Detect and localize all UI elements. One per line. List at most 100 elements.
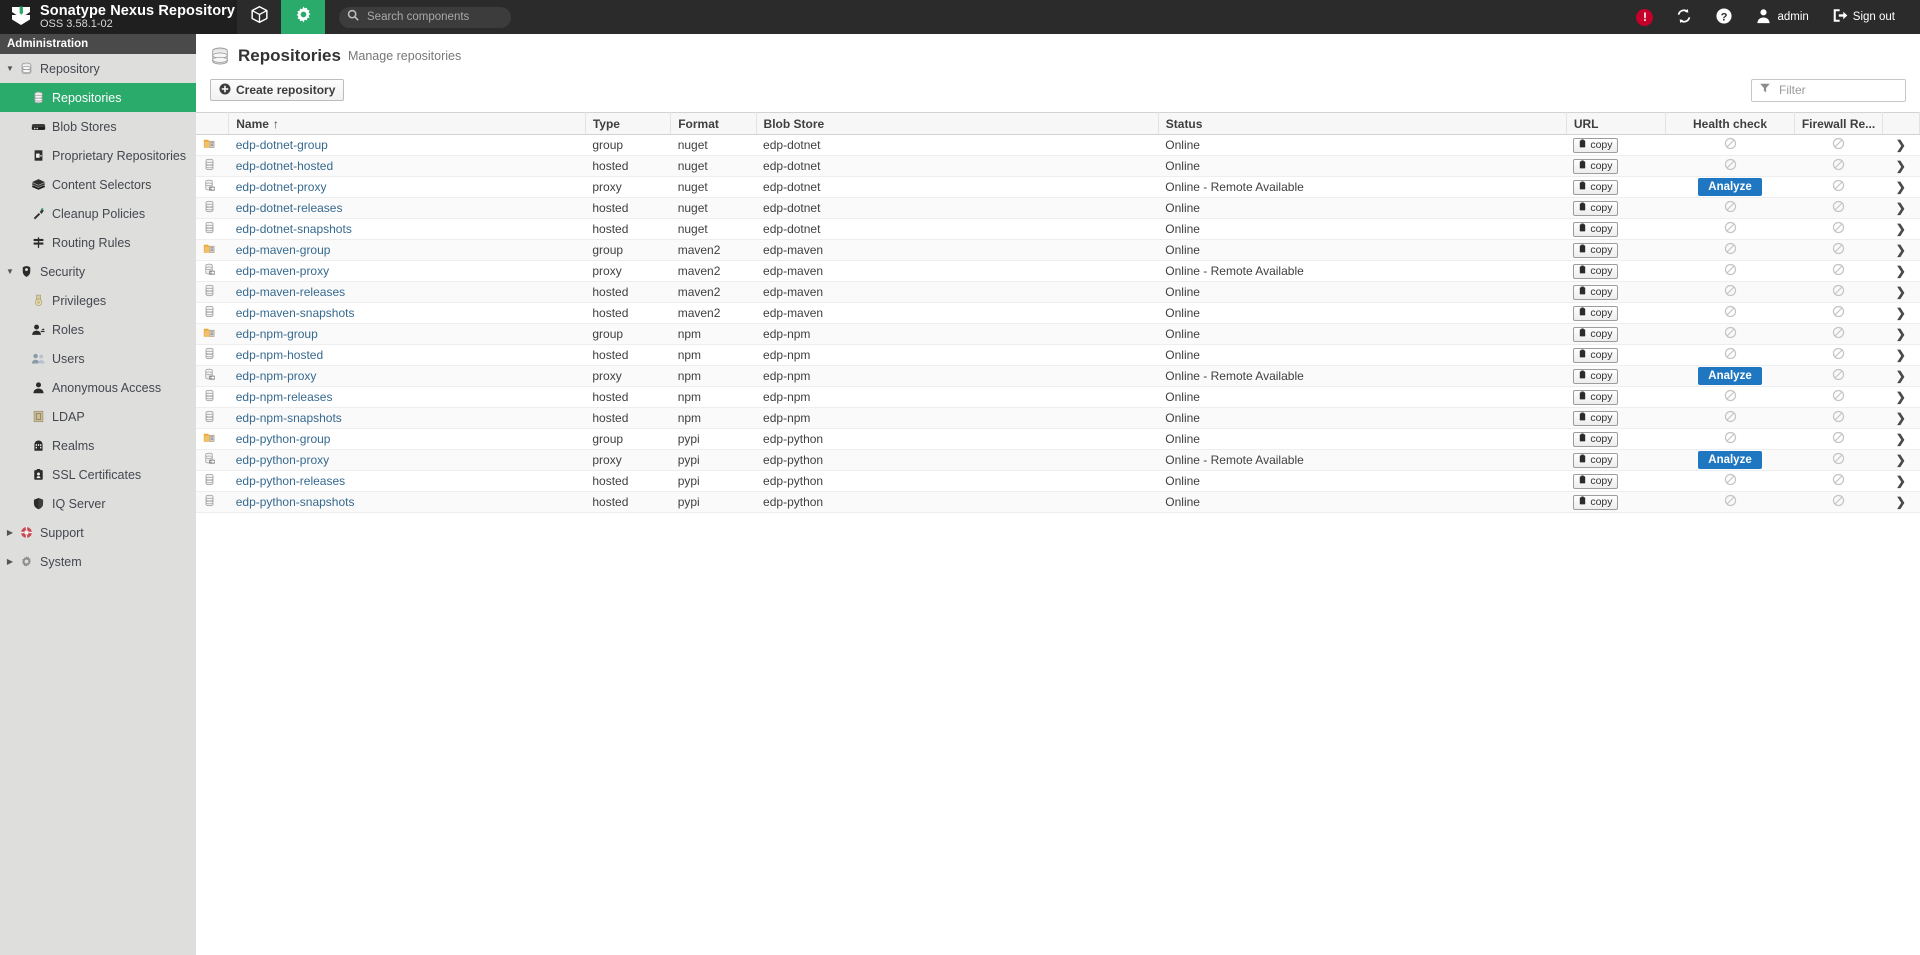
repository-name-cell[interactable]: edp-dotnet-releases	[228, 197, 586, 219]
sidebar-item-users[interactable]: Users	[0, 344, 196, 373]
sidebar-item-content-selectors[interactable]: Content Selectors	[0, 170, 196, 199]
table-row[interactable]: edp-dotnet-hosted hosted nuget edp-dotnet On…	[196, 155, 1920, 177]
table-row[interactable]: edp-python-releases hosted pypi edp-python O…	[196, 470, 1920, 492]
sidebar-item-anonymous-access[interactable]: Anonymous Access	[0, 373, 196, 402]
repository-name-link[interactable]: edp-npm-snapshots	[236, 411, 342, 425]
copy-url-button[interactable]: copy	[1573, 389, 1618, 405]
row-expand-cell[interactable]: ❯	[1882, 134, 1920, 156]
chevron-right-icon[interactable]: ❯	[1896, 180, 1906, 194]
chevron-right-icon[interactable]: ❯	[1896, 264, 1906, 278]
column-header-type[interactable]: Type	[585, 112, 672, 135]
copy-url-button[interactable]: copy	[1573, 305, 1618, 321]
user-menu[interactable]: admin	[1744, 0, 1819, 34]
table-row[interactable]: edp-python-proxy proxy pypi edp-python Onlin…	[196, 449, 1920, 471]
nav-administration-button[interactable]	[281, 0, 325, 40]
table-row[interactable]: edp-python-group group pypi edp-python Onlin…	[196, 428, 1920, 450]
sidebar-item-repositories[interactable]: Repositories	[0, 83, 196, 112]
copy-url-button[interactable]: copy	[1573, 263, 1618, 279]
row-expand-cell[interactable]: ❯	[1882, 281, 1920, 303]
column-header-health[interactable]: Health check	[1665, 112, 1795, 135]
alert-indicator[interactable]: !	[1625, 0, 1664, 34]
row-expand-cell[interactable]: ❯	[1882, 302, 1920, 324]
sidebar-item-routing-rules[interactable]: Routing Rules	[0, 228, 196, 257]
sidebar-item-cleanup-policies[interactable]: Cleanup Policies	[0, 199, 196, 228]
chevron-right-icon[interactable]: ❯	[1896, 369, 1906, 383]
chevron-right-icon[interactable]: ❯	[1896, 138, 1906, 152]
repository-name-link[interactable]: edp-python-proxy	[236, 453, 329, 467]
copy-url-button[interactable]: copy	[1573, 200, 1618, 216]
row-expand-cell[interactable]: ❯	[1882, 260, 1920, 282]
copy-url-button[interactable]: copy	[1573, 431, 1618, 447]
repository-name-cell[interactable]: edp-npm-proxy	[228, 365, 586, 387]
analyze-button[interactable]: Analyze	[1698, 451, 1762, 469]
repository-name-cell[interactable]: edp-maven-group	[228, 239, 586, 261]
chevron-right-icon[interactable]: ❯	[1896, 306, 1906, 320]
create-repository-button[interactable]: Create repository	[210, 79, 345, 101]
table-row[interactable]: edp-npm-snapshots hosted npm edp-npm Online c…	[196, 407, 1920, 429]
copy-url-button[interactable]: copy	[1573, 284, 1618, 300]
sidebar-item-repository[interactable]: ▼ Repository	[0, 54, 196, 83]
nav-browse-button[interactable]	[237, 0, 281, 34]
sidebar-item-realms[interactable]: Realms	[0, 431, 196, 460]
sidebar-item-blob-stores[interactable]: Blob Stores	[0, 112, 196, 141]
copy-url-button[interactable]: copy	[1573, 473, 1618, 489]
column-header-url[interactable]: URL	[1566, 112, 1667, 135]
chevron-right-icon[interactable]: ❯	[1896, 201, 1906, 215]
sidebar-item-iq-server[interactable]: IQ Server	[0, 489, 196, 518]
repository-name-link[interactable]: edp-dotnet-group	[236, 138, 328, 152]
table-row[interactable]: edp-python-snapshots hosted pypi edp-python…	[196, 491, 1920, 513]
column-header-blob[interactable]: Blob Store	[756, 112, 1159, 135]
repository-name-link[interactable]: edp-maven-snapshots	[236, 306, 355, 320]
copy-url-button[interactable]: copy	[1573, 242, 1618, 258]
analyze-button[interactable]: Analyze	[1698, 178, 1762, 196]
copy-url-button[interactable]: copy	[1573, 137, 1618, 153]
table-row[interactable]: edp-npm-releases hosted npm edp-npm Online co…	[196, 386, 1920, 408]
chevron-right-icon[interactable]: ▶	[4, 528, 16, 537]
chevron-right-icon[interactable]: ❯	[1896, 453, 1906, 467]
copy-url-button[interactable]: copy	[1573, 494, 1618, 510]
repository-name-cell[interactable]: edp-npm-snapshots	[228, 407, 586, 429]
repository-name-cell[interactable]: edp-npm-releases	[228, 386, 586, 408]
repository-name-cell[interactable]: edp-dotnet-proxy	[228, 176, 586, 198]
chevron-right-icon[interactable]: ❯	[1896, 285, 1906, 299]
row-expand-cell[interactable]: ❯	[1882, 218, 1920, 240]
chevron-right-icon[interactable]: ❯	[1896, 411, 1906, 425]
repository-name-cell[interactable]: edp-python-proxy	[228, 449, 586, 471]
repository-name-cell[interactable]: edp-dotnet-snapshots	[228, 218, 586, 240]
chevron-right-icon[interactable]: ❯	[1896, 348, 1906, 362]
row-expand-cell[interactable]: ❯	[1882, 323, 1920, 345]
row-expand-cell[interactable]: ❯	[1882, 197, 1920, 219]
repository-name-cell[interactable]: edp-python-releases	[228, 470, 586, 492]
chevron-right-icon[interactable]: ❯	[1896, 327, 1906, 341]
table-row[interactable]: edp-npm-group group npm edp-npm Online copy ❯	[196, 323, 1920, 345]
copy-url-button[interactable]: copy	[1573, 158, 1618, 174]
refresh-button[interactable]	[1664, 0, 1704, 34]
copy-url-button[interactable]: copy	[1573, 452, 1618, 468]
sidebar-item-ldap[interactable]: LDAP	[0, 402, 196, 431]
repository-name-link[interactable]: edp-maven-group	[236, 243, 331, 257]
repository-name-cell[interactable]: edp-python-group	[228, 428, 586, 450]
chevron-down-icon[interactable]: ▼	[4, 64, 16, 73]
chevron-down-icon[interactable]: ▼	[4, 267, 16, 276]
row-expand-cell[interactable]: ❯	[1882, 470, 1920, 492]
sidebar-item-ssl-certificates[interactable]: SSL Certificates	[0, 460, 196, 489]
copy-url-button[interactable]: copy	[1573, 326, 1618, 342]
repository-name-link[interactable]: edp-maven-releases	[236, 285, 345, 299]
column-header-firewall[interactable]: Firewall Re...	[1794, 112, 1883, 135]
chevron-right-icon[interactable]: ❯	[1896, 159, 1906, 173]
sidebar-item-privileges[interactable]: Privileges	[0, 286, 196, 315]
chevron-right-icon[interactable]: ❯	[1896, 495, 1906, 509]
repository-name-link[interactable]: edp-dotnet-proxy	[236, 180, 327, 194]
row-expand-cell[interactable]: ❯	[1882, 491, 1920, 513]
row-expand-cell[interactable]: ❯	[1882, 365, 1920, 387]
repository-name-link[interactable]: edp-dotnet-snapshots	[236, 222, 352, 236]
brand-block[interactable]: Sonatype Nexus Repository OSS 3.58.1-02	[0, 0, 237, 34]
column-header-status[interactable]: Status	[1158, 112, 1567, 135]
row-expand-cell[interactable]: ❯	[1882, 344, 1920, 366]
repository-name-link[interactable]: edp-dotnet-releases	[236, 201, 343, 215]
global-search[interactable]	[339, 6, 511, 28]
copy-url-button[interactable]: copy	[1573, 410, 1618, 426]
row-expand-cell[interactable]: ❯	[1882, 176, 1920, 198]
table-row[interactable]: edp-dotnet-releases hosted nuget edp-dotnet…	[196, 197, 1920, 219]
table-row[interactable]: edp-maven-snapshots hosted maven2 edp-maven…	[196, 302, 1920, 324]
